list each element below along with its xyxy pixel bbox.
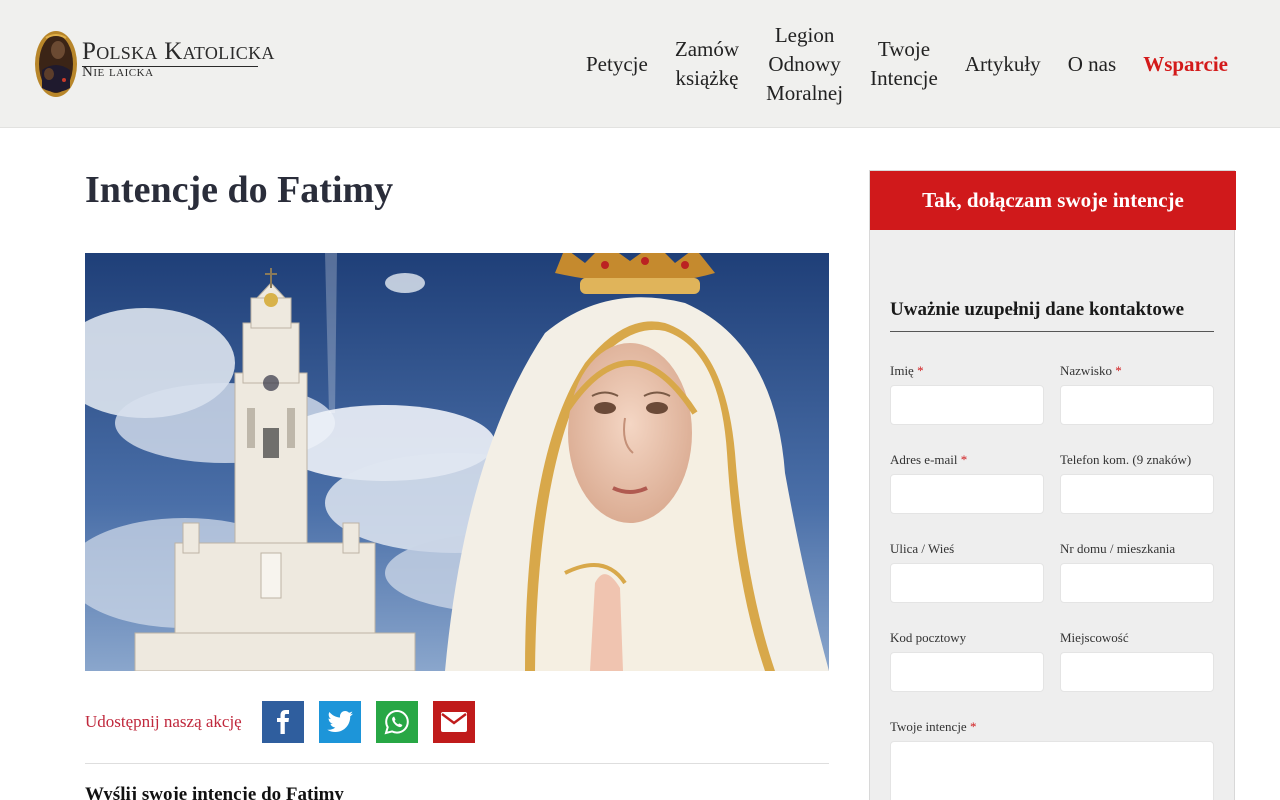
content-divider [85, 763, 829, 764]
logo-subtitle: Nie laicka [82, 64, 154, 80]
house-number-label: Nr domu / mieszkania [1060, 541, 1176, 556]
city-input[interactable] [1060, 652, 1214, 692]
facebook-share-button[interactable] [261, 701, 304, 743]
facebook-icon [276, 710, 289, 734]
intentions-textarea[interactable] [890, 741, 1214, 800]
share-label: Udostępnij naszą akcję [85, 712, 242, 731]
nav-item-wsparcie[interactable]: Wsparcie [1137, 50, 1234, 79]
email-label: Adres e-mail * [890, 452, 968, 467]
main-nav: Petycje Zamów książkę Legion Odnowy Moralne… [580, 0, 1234, 128]
phone-field: Telefon kom. (9 znaków) [1060, 452, 1214, 514]
house-number-input[interactable] [1060, 563, 1214, 603]
postal-code-field: Kod pocztowy [890, 630, 1044, 692]
street-field: Ulica / Wieś [890, 541, 1044, 603]
nav-item-twoje-intencje[interactable]: Twoje Intencje [864, 35, 944, 93]
street-label: Ulica / Wieś [890, 541, 955, 556]
street-input[interactable] [890, 563, 1044, 603]
twitter-share-button[interactable] [318, 701, 361, 743]
page-title: Intencje do Fatimy [85, 169, 394, 211]
nav-item-artykuly[interactable]: Artykuły [959, 50, 1047, 79]
twitter-icon [327, 711, 353, 732]
form-header: Tak, dołączam swoje intencje [870, 171, 1236, 230]
intentions-label: Twoje intencje * [890, 719, 977, 734]
first-name-field: Imię * [890, 363, 1044, 425]
share-row: Udostępnij naszą akcję [85, 700, 829, 744]
email-share-button[interactable] [432, 701, 475, 743]
section-heading: Wyślij swoje intencje do Fatimy [85, 784, 344, 800]
email-icon [440, 712, 467, 732]
last-name-input[interactable] [1060, 385, 1214, 425]
nav-item-o-nas[interactable]: O nas [1062, 50, 1122, 79]
site-header: Polska Katolicka Nie laicka Petycje Zamó… [0, 0, 1280, 128]
last-name-field: Nazwisko * [1060, 363, 1214, 425]
hero-image [85, 253, 829, 671]
first-name-input[interactable] [890, 385, 1044, 425]
city-field: Miejscowość [1060, 630, 1214, 692]
intentions-form-panel: Tak, dołączam swoje intencje Uważnie uzu… [869, 170, 1236, 800]
postal-code-input[interactable] [890, 652, 1044, 692]
house-number-field: Nr domu / mieszkania [1060, 541, 1214, 603]
nav-item-zamow-ksiazke[interactable]: Zamów książkę [669, 35, 745, 93]
postal-code-label: Kod pocztowy [890, 630, 967, 645]
whatsapp-share-button[interactable] [375, 701, 418, 743]
email-field: Adres e-mail * [890, 452, 1044, 514]
nav-item-petycje[interactable]: Petycje [580, 50, 654, 79]
form-title: Uważnie uzupełnij dane kontaktowe [890, 299, 1184, 320]
first-name-label: Imię * [890, 363, 924, 378]
madonna-icon [35, 31, 77, 97]
logo-title: Polska Katolicka [82, 38, 275, 65]
phone-input[interactable] [1060, 474, 1214, 514]
last-name-label: Nazwisko * [1060, 363, 1122, 378]
city-label: Miejscowość [1060, 630, 1129, 645]
intentions-field: Twoje intencje * [890, 719, 1214, 800]
whatsapp-icon [384, 709, 409, 735]
nav-item-legion[interactable]: Legion Odnowy Moralnej [760, 21, 849, 108]
email-input[interactable] [890, 474, 1044, 514]
site-logo[interactable]: Polska Katolicka Nie laicka [34, 30, 274, 100]
phone-label: Telefon kom. (9 znaków) [1060, 452, 1192, 467]
form-title-divider [890, 331, 1214, 332]
